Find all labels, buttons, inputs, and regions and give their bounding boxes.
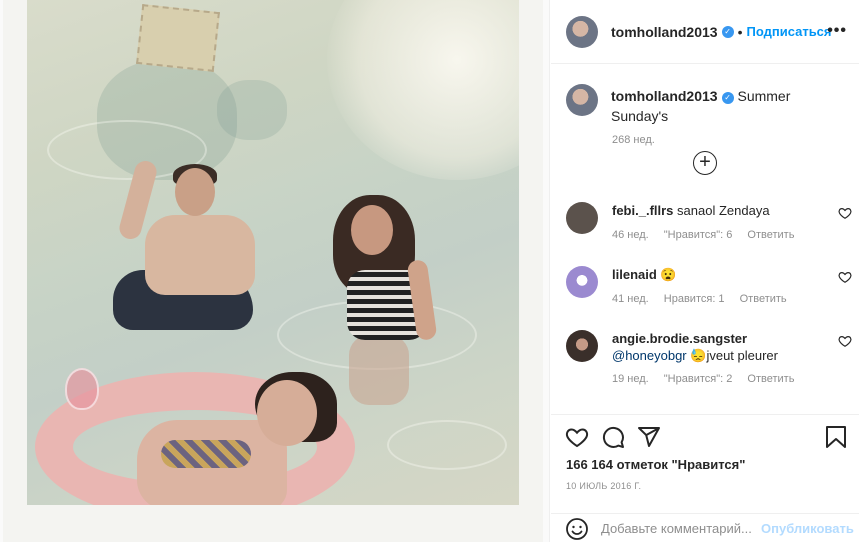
comment-body: 😓jveut pleurer: [690, 348, 778, 363]
reply-button[interactable]: Ответить: [740, 293, 787, 305]
post-caption: tomholland2013 ✓ Summer Sunday's 268 нед.: [566, 84, 851, 146]
reply-button[interactable]: Ответить: [747, 373, 794, 385]
towel-image: [136, 4, 220, 72]
post-date[interactable]: 10 ИЮЛЬ 2016 Г.: [566, 481, 641, 491]
post-sidebar: tomholland2013 ✓ • Подписаться ••• tomho…: [551, 0, 859, 542]
caption-timestamp[interactable]: 268 нед.: [612, 134, 851, 146]
caption-avatar[interactable]: [566, 84, 598, 116]
share-paper-plane-icon[interactable]: [637, 425, 661, 449]
instagram-post-window: tomholland2013 ✓ • Подписаться ••• tomho…: [0, 0, 859, 542]
caption-username[interactable]: tomholland2013: [611, 88, 718, 104]
comment-meta: 41 нед. Нравится: 1 Ответить: [612, 293, 856, 305]
comment-text: lilenaid 😧: [612, 266, 856, 283]
person-head: [351, 205, 393, 255]
comment-body: 😧: [660, 267, 677, 282]
commenter-username[interactable]: angie.brodie.sangster: [612, 331, 747, 346]
person-legs: [349, 335, 409, 405]
verified-badge-icon: ✓: [721, 92, 734, 104]
commenter-avatar[interactable]: [566, 266, 598, 298]
comment-likes[interactable]: "Нравится": 6: [664, 229, 733, 241]
post-header: tomholland2013 ✓ • Подписаться •••: [551, 0, 859, 64]
verified-badge-icon: ✓: [721, 25, 734, 38]
polaroid-frame: [3, 0, 543, 542]
person-head: [257, 380, 317, 446]
person-bikini: [161, 440, 251, 468]
commenter-avatar[interactable]: [566, 202, 598, 234]
post-photo[interactable]: [27, 0, 519, 505]
heart-icon[interactable]: [838, 334, 852, 348]
author-avatar[interactable]: [566, 15, 598, 48]
comment-meta: 46 нед. "Нравится": 6 Ответить: [612, 229, 856, 241]
person-body: [145, 215, 255, 295]
post-actions: 166 164 отметок "Нравится" 10 ИЮЛЬ 2016 …: [551, 414, 859, 542]
comment-item: lilenaid 😧 41 нед. Нравится: 1 Ответить: [566, 266, 856, 305]
comment-time[interactable]: 41 нед.: [612, 293, 649, 305]
likes-count[interactable]: 166 164 отметок "Нравится": [566, 457, 745, 472]
commenter-username[interactable]: febi._.fllrs: [612, 203, 673, 218]
follow-button[interactable]: Подписаться: [747, 24, 832, 39]
author-username[interactable]: tomholland2013: [611, 24, 718, 40]
heart-icon[interactable]: [838, 270, 852, 284]
person-head: [175, 168, 215, 216]
bookmark-icon[interactable]: [825, 425, 847, 449]
commenter-avatar[interactable]: [566, 330, 598, 362]
comment-likes[interactable]: Нравится: 1: [664, 293, 725, 305]
comment-item: febi._.fllrs sanaol Zendaya 46 нед. "Нра…: [566, 202, 856, 241]
water-ripple: [387, 420, 507, 470]
comment-bubble-icon[interactable]: [601, 425, 625, 449]
comment-text: febi._.fllrs sanaol Zendaya: [612, 202, 856, 219]
add-comment-bar: Опубликовать: [551, 513, 859, 542]
comment-meta: 19 нед. "Нравится": 2 Ответить: [612, 373, 856, 385]
caption-text: tomholland2013 ✓ Summer Sunday's: [611, 84, 851, 126]
comment-mention[interactable]: @honeyobgr: [612, 348, 687, 363]
comment-likes[interactable]: "Нравится": 2: [664, 373, 733, 385]
sun-glare: [327, 0, 519, 180]
heart-icon[interactable]: [838, 206, 852, 220]
more-options-icon[interactable]: •••: [827, 22, 847, 40]
post-image-panel: [0, 0, 550, 542]
comment-time[interactable]: 46 нед.: [612, 229, 649, 241]
comment-body: sanaol Zendaya: [677, 203, 770, 218]
publish-button[interactable]: Опубликовать: [761, 521, 854, 536]
like-heart-icon[interactable]: [565, 425, 589, 449]
comment-input[interactable]: [601, 521, 761, 536]
wine-glass: [65, 368, 99, 410]
comment-item: angie.brodie.sangster @honeyobgr 😓jveut …: [566, 330, 856, 385]
commenter-username[interactable]: lilenaid: [612, 267, 657, 282]
comment-text: angie.brodie.sangster @honeyobgr 😓jveut …: [612, 330, 856, 364]
action-icons: [565, 425, 673, 449]
emoji-smile-icon[interactable]: [565, 517, 589, 541]
reply-button[interactable]: Ответить: [747, 229, 794, 241]
comment-time[interactable]: 19 нед.: [612, 373, 649, 385]
load-more-comments-icon[interactable]: +: [693, 151, 717, 175]
water-shadow: [217, 80, 287, 140]
separator-dot: •: [737, 23, 743, 40]
